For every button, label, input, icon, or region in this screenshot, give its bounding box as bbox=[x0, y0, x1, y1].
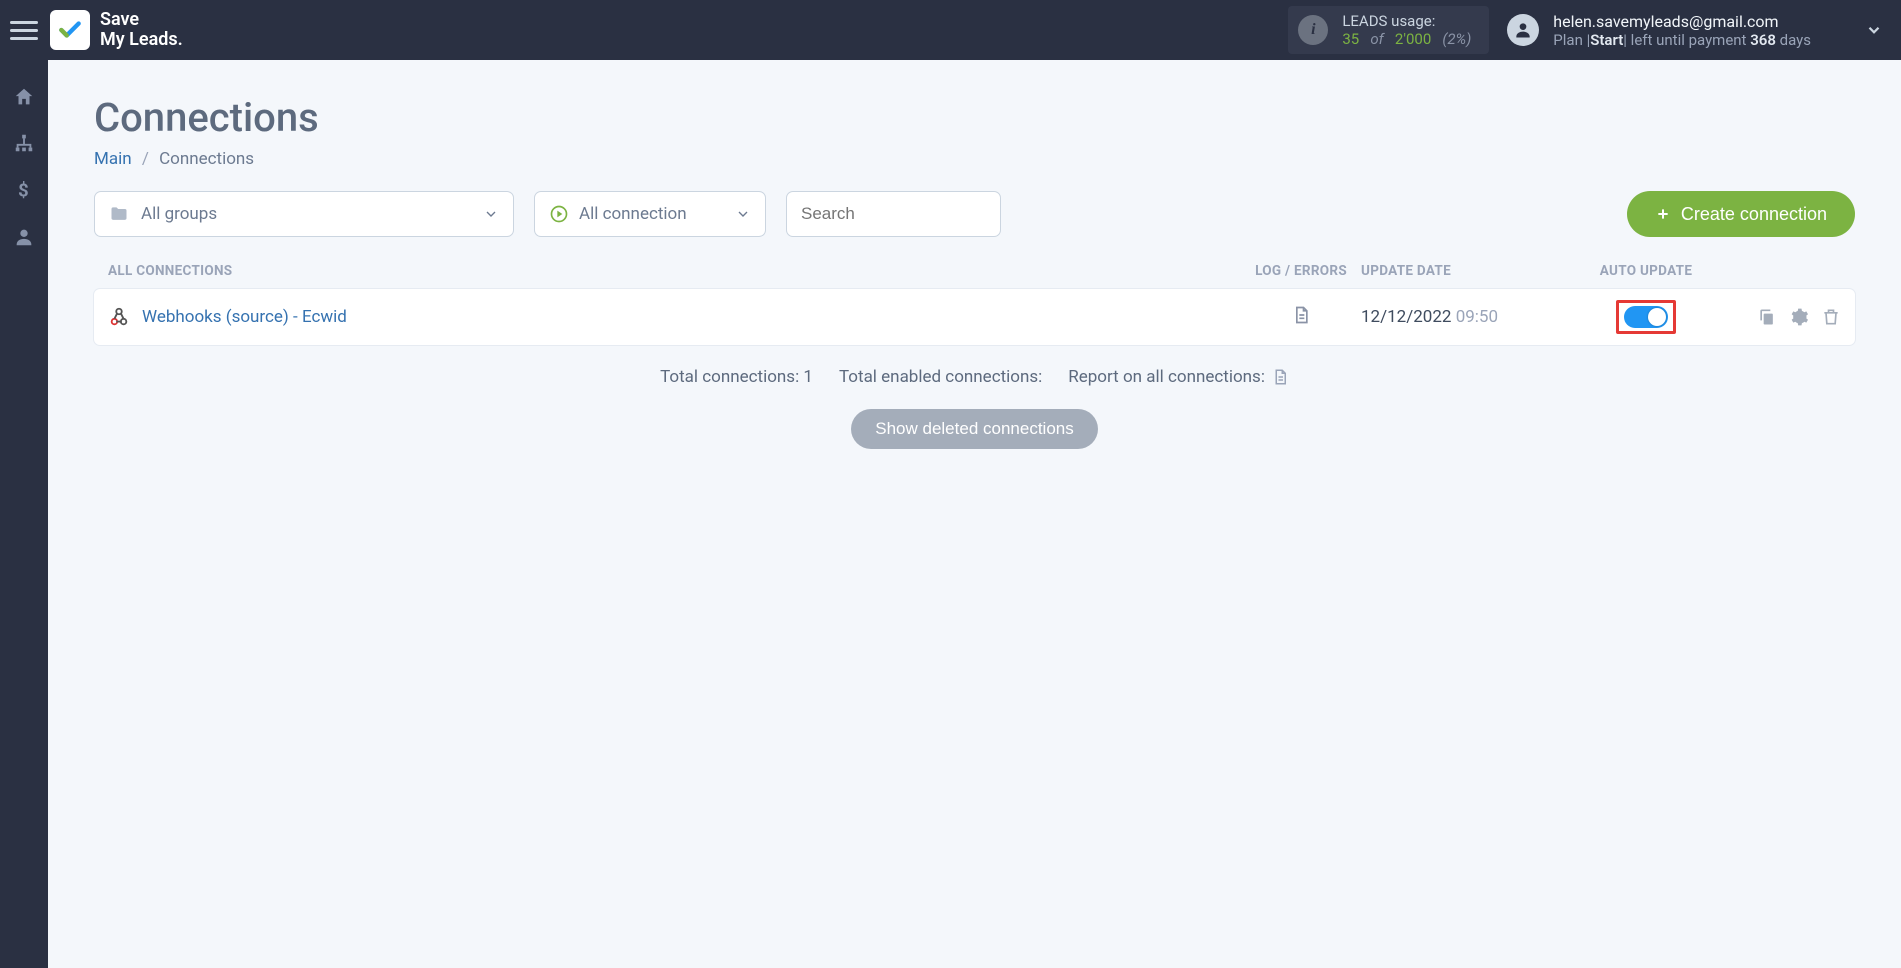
nav-home[interactable] bbox=[13, 86, 35, 108]
webhook-icon bbox=[108, 306, 130, 328]
nav-account[interactable] bbox=[13, 226, 35, 248]
report-all[interactable]: Report on all connections: bbox=[1068, 367, 1289, 387]
filters-row: All groups All connection Create connect… bbox=[94, 191, 1855, 237]
search-input[interactable] bbox=[801, 204, 986, 224]
show-deleted-button[interactable]: Show deleted connections bbox=[851, 409, 1097, 449]
create-connection-button[interactable]: Create connection bbox=[1627, 191, 1855, 237]
brand-line2: My Leads. bbox=[100, 30, 183, 50]
leads-usage-box[interactable]: i LEADS usage: 35 of 2'000 (2%) bbox=[1288, 6, 1489, 54]
leads-label: LEADS usage: bbox=[1342, 12, 1471, 30]
filter-connection-status[interactable]: All connection bbox=[534, 191, 766, 237]
col-log: LOG / ERRORS bbox=[1241, 263, 1361, 279]
row-log[interactable] bbox=[1241, 305, 1361, 329]
row-date: 12/12/2022 09:50 bbox=[1361, 307, 1561, 327]
total-connections: Total connections: 1 bbox=[660, 367, 813, 387]
user-plan: Plan |Start| left until payment 368 days bbox=[1553, 31, 1811, 49]
avatar-icon bbox=[1507, 14, 1539, 46]
menu-toggle[interactable] bbox=[10, 16, 38, 44]
leads-pct: (2%) bbox=[1442, 30, 1471, 48]
col-name: ALL CONNECTIONS bbox=[108, 263, 1241, 279]
chevron-down-icon bbox=[483, 206, 499, 222]
col-auto: AUTO UPDATE bbox=[1561, 263, 1731, 279]
chevron-down-icon bbox=[735, 206, 751, 222]
check-icon bbox=[57, 17, 83, 43]
document-icon bbox=[1291, 305, 1311, 325]
play-circle-icon bbox=[549, 204, 569, 224]
copy-icon[interactable] bbox=[1757, 307, 1777, 327]
table-header: ALL CONNECTIONS LOG / ERRORS UPDATE DATE… bbox=[94, 259, 1855, 289]
brand-logo[interactable] bbox=[50, 10, 90, 50]
breadcrumb: Main / Connections bbox=[94, 149, 1855, 169]
plus-icon bbox=[1655, 206, 1671, 222]
user-menu[interactable]: helen.savemyleads@gmail.com Plan |Start|… bbox=[1507, 12, 1883, 49]
col-date: UPDATE DATE bbox=[1361, 263, 1561, 279]
svg-text:$: $ bbox=[18, 181, 29, 202]
user-email: helen.savemyleads@gmail.com bbox=[1553, 12, 1811, 31]
chevron-down-icon[interactable] bbox=[1865, 21, 1883, 39]
main-content: Connections Main / Connections All group… bbox=[48, 60, 1901, 968]
nav-billing[interactable]: $ bbox=[14, 178, 34, 202]
page-title: Connections bbox=[94, 94, 1855, 141]
leads-usage-text: LEADS usage: 35 of 2'000 (2%) bbox=[1342, 12, 1471, 48]
connection-link[interactable]: Webhooks (source) - Ecwid bbox=[142, 307, 347, 327]
crumb-sep: / bbox=[142, 149, 149, 169]
table-row: Webhooks (source) - Ecwid 12/12/2022 09:… bbox=[94, 289, 1855, 345]
crumb-main[interactable]: Main bbox=[94, 149, 132, 169]
summary-row: Total connections: 1 Total enabled conne… bbox=[94, 367, 1855, 387]
filter-groups[interactable]: All groups bbox=[94, 191, 514, 237]
leads-used: 35 bbox=[1342, 30, 1359, 48]
filter-groups-label: All groups bbox=[141, 204, 217, 224]
trash-icon[interactable] bbox=[1821, 307, 1841, 327]
nav-connections[interactable] bbox=[13, 132, 35, 154]
leads-quota: 2'000 bbox=[1395, 30, 1431, 48]
document-icon bbox=[1271, 368, 1289, 386]
filter-conn-label: All connection bbox=[579, 204, 687, 224]
row-actions bbox=[1731, 307, 1841, 327]
info-icon: i bbox=[1298, 15, 1328, 45]
auto-update-highlight bbox=[1616, 300, 1676, 334]
brand-text: Save My Leads. bbox=[100, 10, 183, 50]
topbar: Save My Leads. i LEADS usage: 35 of 2'00… bbox=[0, 0, 1901, 60]
user-text: helen.savemyleads@gmail.com Plan |Start|… bbox=[1553, 12, 1811, 49]
auto-update-toggle[interactable] bbox=[1624, 306, 1668, 328]
brand-line1: Save bbox=[100, 10, 183, 30]
folder-icon bbox=[109, 204, 129, 224]
crumb-current: Connections bbox=[159, 149, 254, 169]
total-enabled: Total enabled connections: bbox=[839, 367, 1042, 387]
gear-icon[interactable] bbox=[1789, 307, 1809, 327]
sidebar: $ bbox=[0, 60, 48, 968]
leads-of: of bbox=[1370, 30, 1383, 48]
search-box[interactable] bbox=[786, 191, 1001, 237]
create-btn-label: Create connection bbox=[1681, 204, 1827, 225]
